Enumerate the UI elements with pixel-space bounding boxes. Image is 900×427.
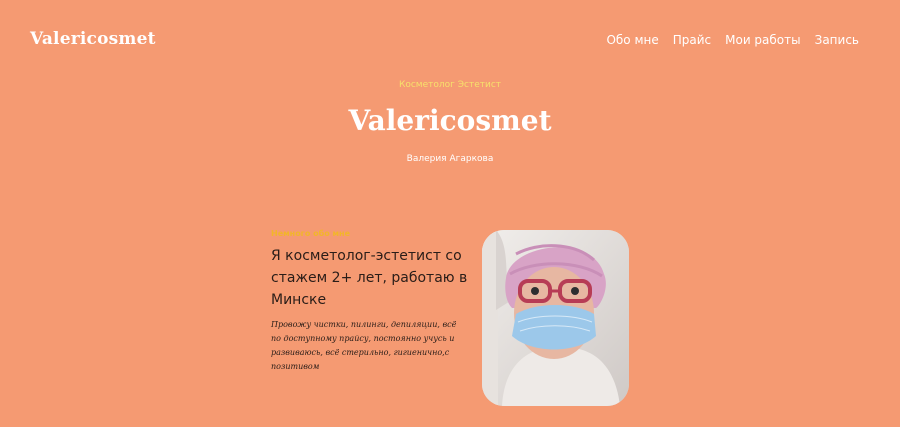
navbar: Valericosmet Обо мне Прайс Мои работы За… bbox=[0, 0, 900, 80]
nav-links: Обо мне Прайс Мои работы Запись bbox=[606, 33, 859, 47]
profile-photo-illustration bbox=[482, 230, 629, 406]
nav-link-price[interactable]: Прайс bbox=[673, 33, 711, 47]
hero-kicker: Косметолог Эстетист bbox=[398, 80, 502, 90]
site-logo[interactable]: Valericosmet bbox=[30, 29, 156, 49]
nav-link-about[interactable]: Обо мне bbox=[606, 33, 658, 47]
profile-photo bbox=[482, 230, 629, 406]
nav-link-booking[interactable]: Запись bbox=[815, 33, 859, 47]
about-text: Провожу чистки, пилинги, депиляции, всё … bbox=[271, 320, 457, 371]
about-heading: Я косметолог-эстетист со стажем 2+ лет, … bbox=[271, 248, 468, 308]
hero-subtitle: Валерия Агаркова bbox=[406, 154, 494, 164]
hero-title: Valericosmet bbox=[348, 104, 552, 137]
about-kicker: Немного обо мне bbox=[271, 229, 350, 238]
nav-link-works[interactable]: Мои работы bbox=[725, 33, 801, 47]
